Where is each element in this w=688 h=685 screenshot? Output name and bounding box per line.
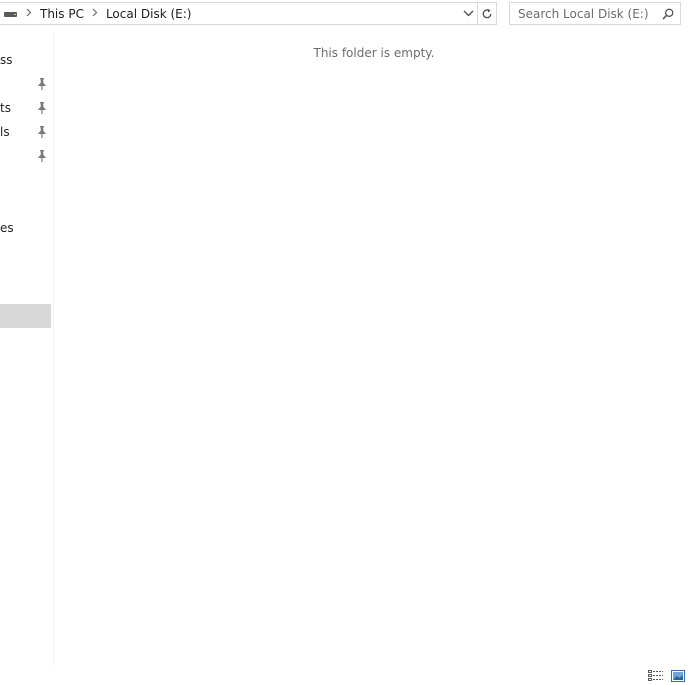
chevron-right-icon[interactable] — [18, 8, 40, 20]
nav-item-quick-access[interactable]: ss — [0, 48, 51, 72]
nav-item-pinned-1[interactable] — [0, 72, 51, 96]
navigation-pane: ss ts ls es — [0, 32, 54, 665]
pin-icon — [36, 77, 48, 91]
nav-item-label: es — [0, 221, 14, 235]
search-input[interactable] — [510, 6, 658, 21]
nav-item-local-disk-selected[interactable] — [0, 304, 51, 328]
empty-folder-message: This folder is empty. — [313, 46, 435, 60]
nav-item-pictures[interactable]: es — [0, 216, 51, 240]
address-bar[interactable]: This PC Local Disk (E:) — [0, 2, 497, 25]
nav-item-label: ss — [0, 53, 13, 67]
breadcrumb-this-pc[interactable]: This PC — [40, 7, 84, 21]
nav-item-label: ls — [0, 125, 10, 139]
refresh-icon[interactable] — [477, 3, 496, 24]
search-box[interactable] — [509, 2, 681, 25]
pin-icon — [36, 149, 48, 163]
file-explorer-window: This PC Local Disk (E:) ss — [0, 0, 688, 685]
chevron-right-icon[interactable] — [84, 8, 106, 20]
pin-icon — [36, 101, 48, 115]
chevron-down-icon[interactable] — [459, 3, 477, 24]
nav-item-pinned-4[interactable] — [0, 144, 51, 168]
nav-item-downloads[interactable]: ls — [0, 120, 51, 144]
search-icon[interactable] — [658, 4, 678, 24]
details-view-icon[interactable] — [647, 669, 665, 683]
pin-icon — [36, 125, 48, 139]
large-icons-view-icon[interactable] — [669, 669, 687, 683]
breadcrumb-local-disk[interactable]: Local Disk (E:) — [106, 7, 192, 21]
drive-icon — [4, 11, 18, 19]
nav-item-label: ts — [0, 101, 11, 115]
nav-item-documents[interactable]: ts — [0, 96, 51, 120]
